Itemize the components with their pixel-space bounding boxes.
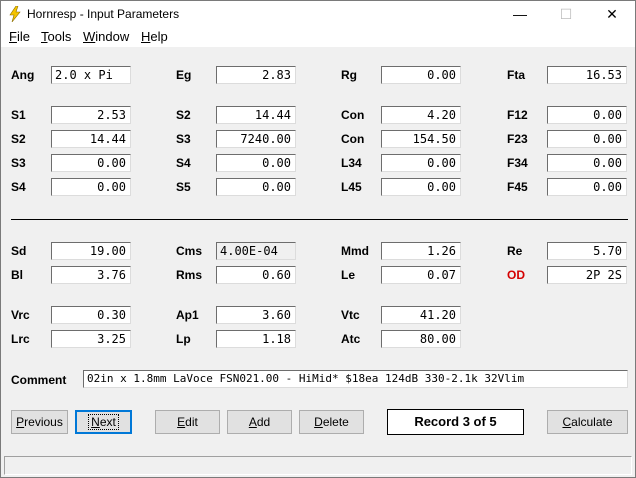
input-f34[interactable]: 0.00 [547, 154, 627, 172]
label-le: Le [341, 268, 356, 282]
title-bar[interactable]: Hornresp - Input Parameters — ☐ ✕ [1, 1, 635, 27]
input-f12[interactable]: 0.00 [547, 106, 627, 124]
menu-window[interactable]: Window [83, 29, 129, 44]
input-s1[interactable]: 2.53 [51, 106, 131, 124]
input-vrc[interactable]: 0.30 [51, 306, 131, 324]
label-con-2: Con [341, 132, 365, 146]
input-sd[interactable]: 19.00 [51, 242, 131, 260]
input-s4[interactable]: 0.00 [51, 178, 131, 196]
previous-button[interactable]: Previous [11, 410, 68, 434]
section-divider [11, 219, 628, 220]
record-indicator: Record 3 of 5 [387, 409, 524, 435]
label-bl: Bl [11, 268, 23, 282]
label-rms: Rms [176, 268, 203, 282]
add-button[interactable]: Add [227, 410, 292, 434]
input-rms[interactable]: 0.60 [216, 266, 296, 284]
input-f45[interactable]: 0.00 [547, 178, 627, 196]
label-l34: L34 [341, 156, 362, 170]
maximize-icon: ☐ [559, 6, 573, 22]
input-f23[interactable]: 0.00 [547, 130, 627, 148]
input-mmd[interactable]: 1.26 [381, 242, 461, 260]
label-eg: Eg [176, 68, 192, 82]
input-od[interactable]: 2P 2S [547, 266, 627, 284]
label-l45: L45 [341, 180, 362, 194]
close-icon: ✕ [606, 6, 618, 22]
label-comment: Comment [11, 373, 67, 387]
label-f34: F34 [507, 156, 528, 170]
input-atc[interactable]: 80.00 [381, 330, 461, 348]
label-rg: Rg [341, 68, 357, 82]
input-con-1[interactable]: 4.20 [381, 106, 461, 124]
minimize-icon: — [513, 6, 527, 22]
label-fta: Fta [507, 68, 525, 82]
menu-help[interactable]: Help [141, 29, 168, 44]
label-s1: S1 [11, 108, 26, 122]
label-lrc: Lrc [11, 332, 30, 346]
label-s5: S5 [176, 180, 191, 194]
input-le[interactable]: 0.07 [381, 266, 461, 284]
input-bl[interactable]: 3.76 [51, 266, 131, 284]
comment-input[interactable]: 02in x 1.8mm LaVoce FSN021.00 - HiMid* $… [83, 370, 628, 388]
window-title: Hornresp - Input Parameters [27, 7, 180, 21]
label-sd: Sd [11, 244, 27, 258]
label-atc: Atc [341, 332, 361, 346]
calculate-button[interactable]: Calculate [547, 410, 628, 434]
input-eg[interactable]: 2.83 [216, 66, 296, 84]
label-ap1: Ap1 [176, 308, 199, 322]
input-s2-top[interactable]: 14.44 [216, 106, 296, 124]
input-l45[interactable]: 0.00 [381, 178, 461, 196]
input-lp[interactable]: 1.18 [216, 330, 296, 348]
close-button[interactable]: ✕ [589, 1, 635, 27]
status-bar [4, 456, 632, 475]
label-cms: Cms [176, 244, 203, 258]
input-s5[interactable]: 0.00 [216, 178, 296, 196]
menu-tools[interactable]: Tools [41, 29, 71, 44]
menu-bar: File Tools Window Help [1, 27, 635, 47]
label-f45: F45 [507, 180, 528, 194]
input-lrc[interactable]: 3.25 [51, 330, 131, 348]
input-s3[interactable]: 0.00 [51, 154, 131, 172]
label-s3: S3 [11, 156, 26, 170]
input-fta[interactable]: 16.53 [547, 66, 627, 84]
input-l34[interactable]: 0.00 [381, 154, 461, 172]
label-mmd: Mmd [341, 244, 369, 258]
delete-button[interactable]: Delete [299, 410, 364, 434]
label-s2: S2 [11, 132, 26, 146]
label-f23: F23 [507, 132, 528, 146]
input-ang[interactable]: 2.0 x Pi [51, 66, 131, 84]
label-con-1: Con [341, 108, 365, 122]
label-s2-top: S2 [176, 108, 191, 122]
label-re: Re [507, 244, 523, 258]
input-s3-top[interactable]: 7240.00 [216, 130, 296, 148]
input-rg[interactable]: 0.00 [381, 66, 461, 84]
input-ap1[interactable]: 3.60 [216, 306, 296, 324]
label-s3-top: S3 [176, 132, 191, 146]
label-s4: S4 [11, 180, 26, 194]
hornresp-window: Hornresp - Input Parameters — ☐ ✕ File T… [0, 0, 636, 478]
maximize-button[interactable]: ☐ [543, 1, 589, 27]
minimize-button[interactable]: — [497, 1, 543, 27]
label-vtc: Vtc [341, 308, 360, 322]
label-od: OD [507, 268, 525, 282]
input-con-2[interactable]: 154.50 [381, 130, 461, 148]
input-vtc[interactable]: 41.20 [381, 306, 461, 324]
edit-button[interactable]: Edit [155, 410, 220, 434]
input-cms[interactable]: 4.00E-04 [216, 242, 296, 260]
label-s4-top: S4 [176, 156, 191, 170]
input-re[interactable]: 5.70 [547, 242, 627, 260]
next-button[interactable]: Next [75, 410, 132, 434]
lightning-bolt-icon [9, 6, 21, 22]
label-lp: Lp [176, 332, 191, 346]
input-s2[interactable]: 14.44 [51, 130, 131, 148]
label-ang: Ang [11, 68, 35, 82]
input-s4-top[interactable]: 0.00 [216, 154, 296, 172]
label-vrc: Vrc [11, 308, 30, 322]
label-f12: F12 [507, 108, 528, 122]
menu-file[interactable]: File [9, 29, 30, 44]
